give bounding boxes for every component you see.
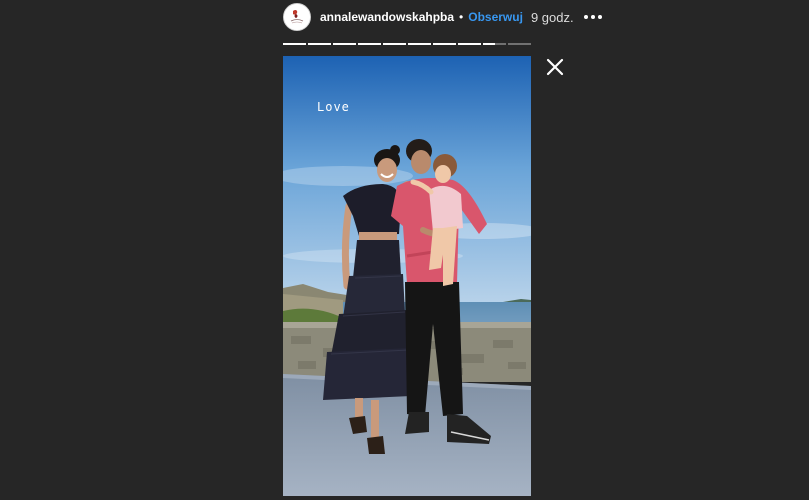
progress-segment	[458, 43, 481, 45]
progress-segment	[483, 43, 506, 45]
more-options-icon[interactable]	[583, 15, 602, 19]
progress-segment	[308, 43, 331, 45]
story-photo	[283, 56, 531, 496]
progress-segment-fill	[383, 43, 406, 45]
progress-segment-fill	[408, 43, 431, 45]
avatar-logo-icon	[284, 4, 310, 30]
progress-segment	[383, 43, 406, 45]
progress-segment-fill	[483, 43, 495, 45]
progress-segment	[433, 43, 456, 45]
username[interactable]: annalewandowskahpba	[320, 10, 454, 24]
story-progress-bar	[283, 43, 531, 45]
avatar[interactable]	[283, 3, 311, 31]
story-text-sticker: Love	[317, 100, 350, 114]
separator-dot: •	[459, 10, 464, 24]
progress-segment	[408, 43, 431, 45]
progress-segment-fill	[283, 43, 306, 45]
progress-segment-fill	[358, 43, 381, 45]
close-icon[interactable]	[546, 58, 564, 76]
progress-segment-fill	[433, 43, 456, 45]
timestamp: 9 godz.	[530, 9, 574, 25]
story-image[interactable]: Love	[283, 56, 531, 496]
progress-segment	[508, 43, 531, 45]
follow-button[interactable]: Obserwuj	[468, 10, 523, 24]
progress-segment	[358, 43, 381, 45]
progress-segment-fill	[333, 43, 356, 45]
progress-segment-fill	[458, 43, 481, 45]
progress-segment-fill	[308, 43, 331, 45]
story-header: annalewandowskahpba • Obserwuj 9 godz.	[283, 2, 602, 32]
progress-segment	[283, 43, 306, 45]
progress-segment	[333, 43, 356, 45]
